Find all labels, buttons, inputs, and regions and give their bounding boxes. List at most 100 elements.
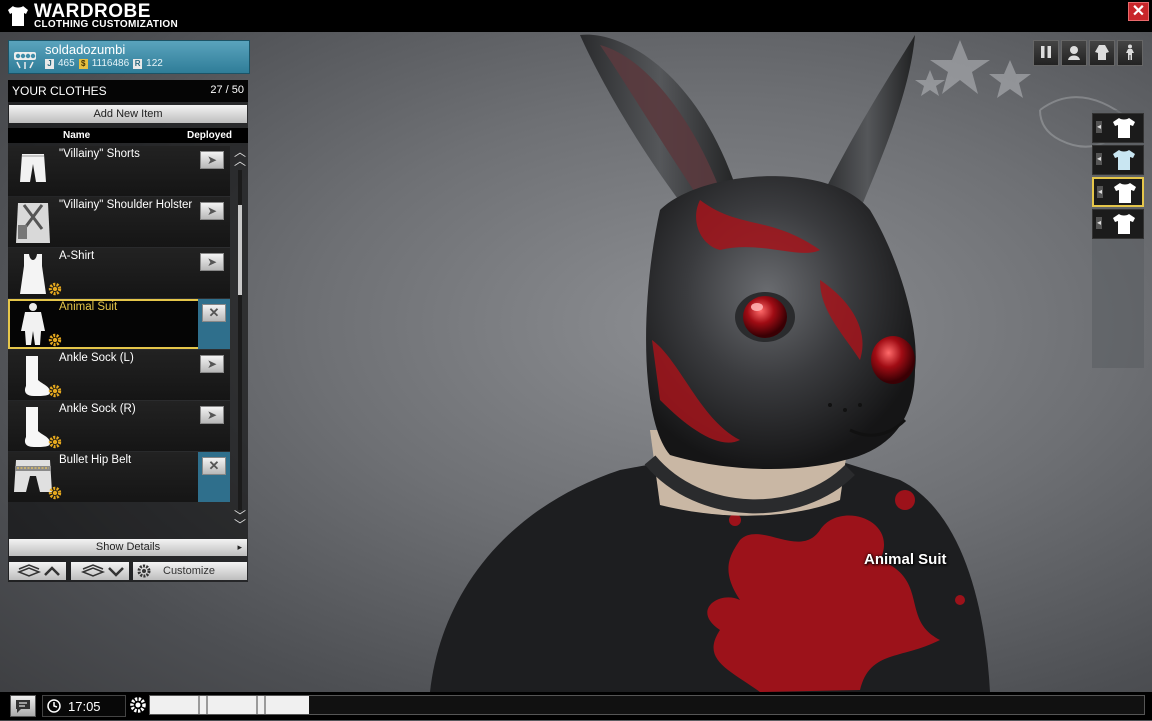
wardrobe-shirt-icon bbox=[8, 6, 28, 26]
show-details-button[interactable]: Show Details ▸ bbox=[9, 539, 247, 556]
column-deployed[interactable]: Deployed bbox=[187, 130, 232, 141]
move-item-down-button[interactable] bbox=[71, 562, 129, 580]
settings-button[interactable] bbox=[129, 695, 147, 715]
view-torso-button[interactable] bbox=[1089, 40, 1115, 66]
add-new-item-button[interactable]: Add New Item bbox=[9, 105, 247, 123]
customized-gear-icon bbox=[48, 486, 62, 500]
customized-gear-icon bbox=[48, 333, 62, 347]
clothes-item-name: Bullet Hip Belt bbox=[59, 454, 132, 466]
user-card: soldadozumbi J 465 $ 1116486 R 122 bbox=[8, 40, 250, 74]
clock: 17:05 bbox=[42, 695, 126, 717]
deploy-button[interactable]: ➤ bbox=[200, 406, 224, 424]
window-subtitle: CLOTHING CUSTOMIZATION bbox=[34, 19, 178, 30]
money-icon: $ bbox=[78, 58, 88, 69]
gear-icon bbox=[137, 564, 151, 578]
stack-down-icon bbox=[80, 564, 124, 577]
clothes-list-item[interactable]: Bullet Hip Belt ✕ bbox=[8, 452, 230, 502]
clothes-list-item[interactable]: "Villainy" Shoulder Holster ➤ bbox=[8, 197, 230, 247]
slot-arrow-icon[interactable]: ◂ bbox=[1097, 186, 1103, 198]
clothes-item-name: A-Shirt bbox=[59, 250, 95, 262]
background-stars bbox=[915, 40, 1031, 98]
clothes-item-name: "Villainy" Shoulder Holster bbox=[59, 199, 193, 211]
undeploy-button[interactable]: ✕ bbox=[202, 457, 226, 475]
head-view-icon bbox=[1068, 46, 1080, 60]
clothes-list-item[interactable]: A-Shirt ➤ bbox=[8, 248, 230, 298]
deployed-indicator: ✕ bbox=[198, 299, 230, 349]
mask-nose bbox=[871, 336, 915, 384]
clothes-list: "Villainy" Shorts ➤ "Villainy" Shoulder Ho… bbox=[8, 146, 230, 504]
mask-right-ear bbox=[820, 35, 915, 210]
scroll-down-icon[interactable]: ﹀ ﹀ bbox=[233, 510, 247, 531]
deploy-button[interactable]: ➤ bbox=[200, 355, 224, 373]
clothes-list-item[interactable]: Ankle Sock (R) ➤ bbox=[8, 401, 230, 451]
clothes-list-item[interactable]: "Villainy" Shorts ➤ bbox=[8, 146, 230, 196]
clothes-item-name: Ankle Sock (R) bbox=[59, 403, 136, 415]
holster-icon bbox=[16, 203, 50, 243]
shorts-icon bbox=[20, 154, 46, 182]
column-name[interactable]: Name bbox=[63, 130, 90, 141]
customized-gear-icon bbox=[48, 435, 62, 449]
outfit-slot-1[interactable]: ◂ bbox=[1092, 113, 1144, 143]
customize-label: Customize bbox=[163, 565, 215, 577]
outfit-slot-4[interactable]: ◂ bbox=[1092, 209, 1144, 239]
view-full-body-button[interactable] bbox=[1117, 40, 1143, 66]
pause-button[interactable] bbox=[1033, 40, 1059, 66]
player-emblem-icon bbox=[14, 52, 36, 69]
tshirt-icon bbox=[1113, 214, 1135, 234]
chat-button[interactable] bbox=[10, 695, 36, 717]
scroll-thumb[interactable] bbox=[238, 205, 242, 295]
slot-arrow-icon[interactable]: ◂ bbox=[1096, 217, 1102, 229]
clothes-header: YOUR CLOTHES 27 / 50 bbox=[8, 80, 248, 102]
customize-button[interactable]: Customize bbox=[133, 562, 247, 580]
bottom-bar: 17:05 bbox=[0, 692, 1152, 720]
chat-icon bbox=[16, 700, 30, 713]
full-body-view-icon bbox=[1126, 44, 1134, 60]
move-item-up-button[interactable] bbox=[9, 562, 66, 580]
deployed-indicator: ✕ bbox=[198, 452, 230, 502]
clock-time: 17:05 bbox=[68, 699, 101, 714]
tshirt-icon bbox=[1113, 150, 1135, 170]
undeploy-button[interactable]: ✕ bbox=[202, 304, 226, 322]
player-stats: J 465 $ 1116486 R 122 bbox=[45, 58, 163, 69]
chevron-right-icon: ▸ bbox=[237, 542, 242, 552]
close-button[interactable]: ✕ bbox=[1128, 2, 1149, 21]
pause-icon bbox=[1041, 46, 1051, 58]
clothes-item-name: Ankle Sock (L) bbox=[59, 352, 134, 364]
outfit-slots: ◂ ◂ ◂ ◂ bbox=[1092, 110, 1144, 368]
progress-fill bbox=[150, 696, 309, 714]
rep-icon: R bbox=[133, 58, 143, 69]
progress-bar bbox=[149, 695, 1145, 715]
scroll-up-icon[interactable]: ︿ ︿ bbox=[233, 146, 247, 167]
preview-item-label: Animal Suit bbox=[864, 551, 947, 568]
list-scrollbar[interactable]: ︿ ︿ ﹀ ﹀ bbox=[232, 146, 248, 532]
slot-arrow-icon[interactable]: ◂ bbox=[1096, 153, 1102, 165]
stack-up-icon bbox=[16, 564, 60, 577]
clothes-list-item[interactable]: Ankle Sock (L) ➤ bbox=[8, 350, 230, 400]
slot-arrow-icon[interactable]: ◂ bbox=[1096, 121, 1102, 133]
clothes-count: 27 / 50 bbox=[210, 84, 244, 96]
outfit-slot-3[interactable]: ◂ bbox=[1092, 177, 1144, 207]
deploy-button[interactable]: ➤ bbox=[200, 151, 224, 169]
view-head-button[interactable] bbox=[1061, 40, 1087, 66]
jp-icon: J bbox=[45, 58, 54, 69]
customized-gear-icon bbox=[48, 282, 62, 296]
deploy-button[interactable]: ➤ bbox=[200, 253, 224, 271]
tshirt-icon bbox=[1114, 183, 1136, 203]
title-bar: WARDROBE CLOTHING CUSTOMIZATION ✕ bbox=[0, 0, 1152, 32]
show-details-label: Show Details bbox=[95, 541, 161, 553]
gear-icon bbox=[130, 697, 146, 713]
tshirt-icon bbox=[1113, 118, 1135, 138]
deploy-button[interactable]: ➤ bbox=[200, 202, 224, 220]
clock-icon bbox=[47, 699, 61, 713]
username: soldadozumbi bbox=[45, 42, 126, 57]
clothes-item-name: Animal Suit bbox=[59, 301, 118, 313]
view-controls bbox=[1033, 40, 1143, 66]
outfit-slot-2[interactable]: ◂ bbox=[1092, 145, 1144, 175]
money-value: 1116486 bbox=[91, 58, 130, 69]
clothes-title: YOUR CLOTHES bbox=[12, 84, 107, 98]
clothes-panel: YOUR CLOTHES 27 / 50 Add New Item Name D… bbox=[8, 80, 248, 582]
clothes-list-item[interactable]: Animal Suit ✕ bbox=[8, 299, 230, 349]
clothes-item-name: "Villainy" Shorts bbox=[59, 148, 140, 160]
torso-view-icon bbox=[1095, 45, 1109, 60]
column-header: Name Deployed bbox=[8, 128, 248, 143]
